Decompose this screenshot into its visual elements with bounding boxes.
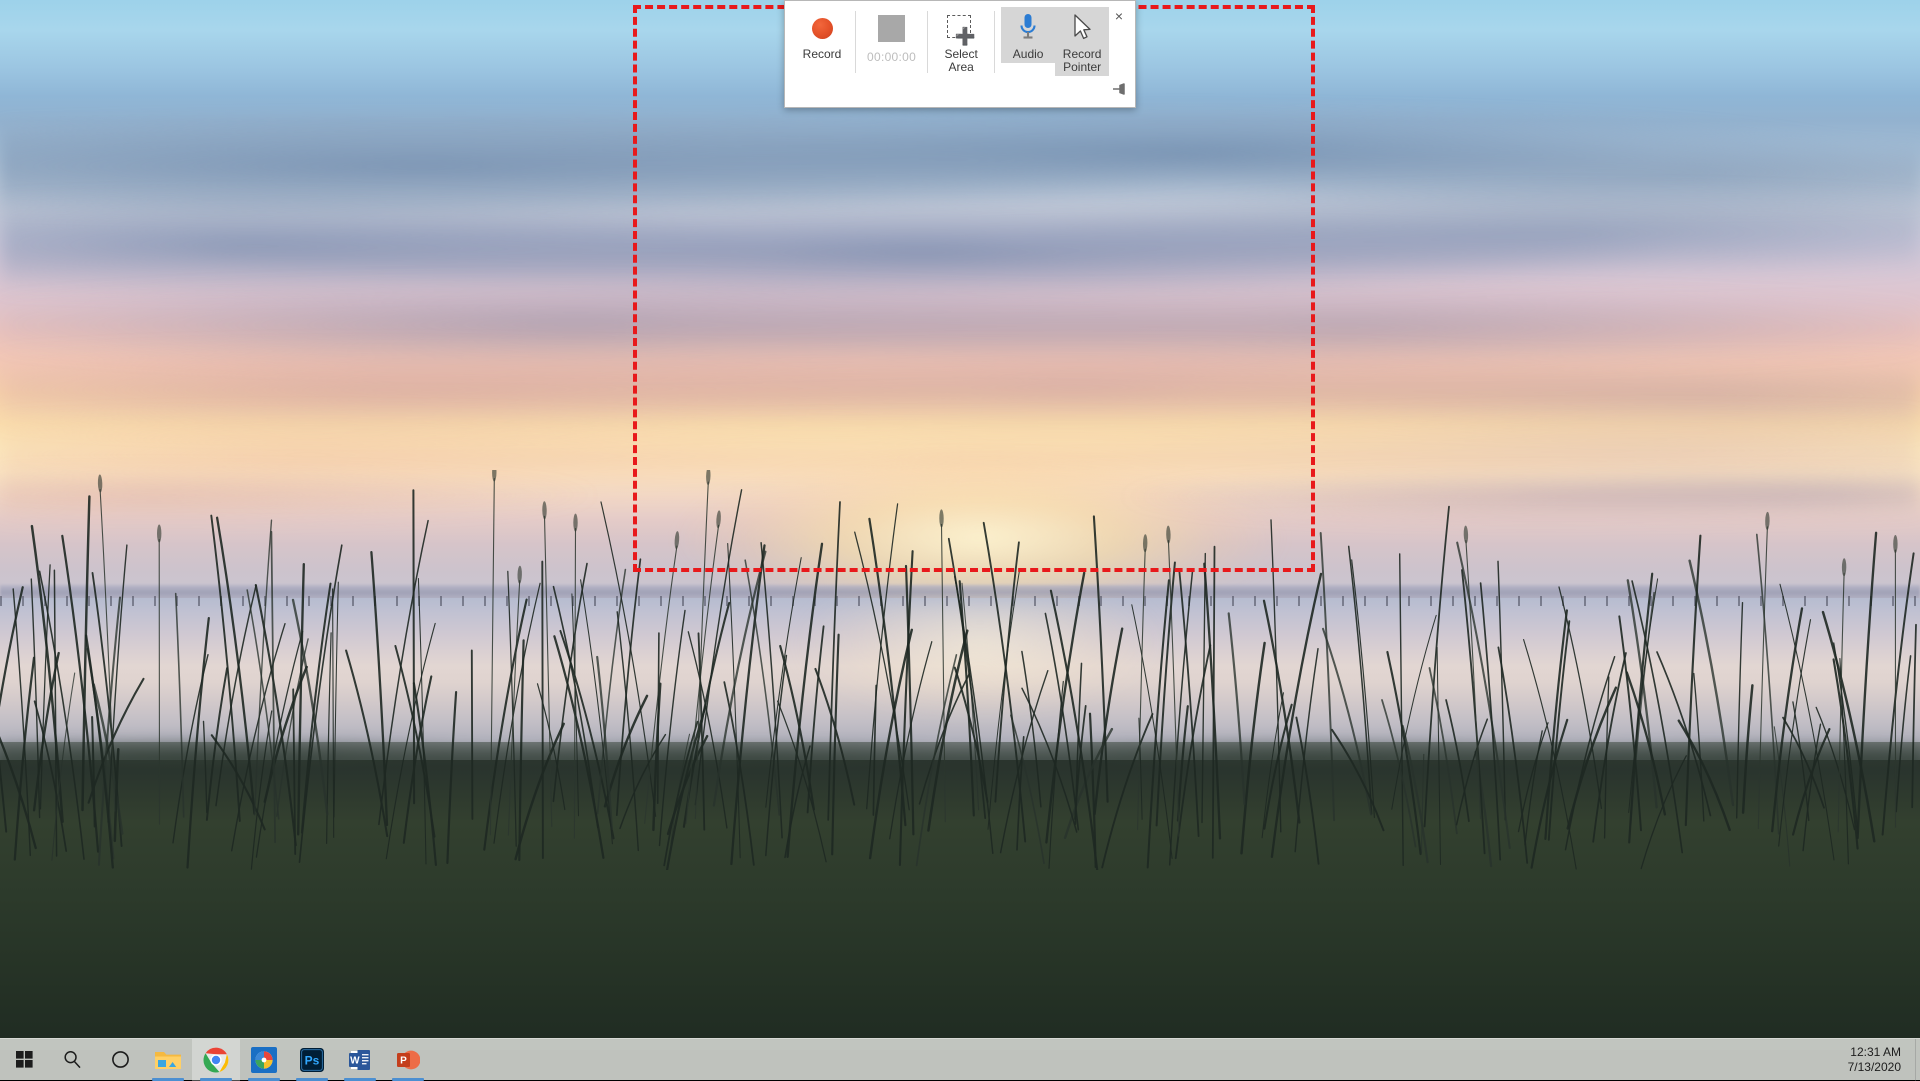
toolbar-divider [994,11,995,73]
task-view-button[interactable] [96,1039,144,1081]
pin-button-container[interactable] [1111,82,1127,101]
toolbar-divider [855,11,856,73]
recording-timer: 00:00:00 [867,50,916,64]
pin-icon[interactable] [1111,82,1127,96]
chrome-icon [203,1047,229,1073]
taskbar-item-google-chrome[interactable] [192,1039,240,1081]
word-icon: W [348,1048,372,1072]
cortana-circle-icon [111,1050,130,1069]
record-pointer-label: Record Pointer [1063,48,1102,74]
start-button[interactable] [0,1039,48,1081]
screen-recorder-toolbar[interactable]: Record 00:00:00 ➕ Select Area [784,0,1136,108]
clock-time: 12:31 AM [1848,1045,1901,1060]
audio-toggle-button[interactable]: Audio [1001,7,1055,63]
taskbar-item-word[interactable]: W [336,1039,384,1081]
svg-text:Ps: Ps [305,1053,320,1067]
windows-logo-icon [16,1051,33,1068]
taskbar-clock[interactable]: 12:31 AM 7/13/2020 [1848,1045,1915,1075]
search-icon [63,1050,82,1069]
clock-date: 7/13/2020 [1848,1060,1901,1075]
close-button-container[interactable]: × [1110,7,1128,25]
taskbar-item-capture-app[interactable] [240,1039,288,1081]
select-area-icon: ➕ [947,11,976,45]
close-icon[interactable]: × [1110,7,1128,25]
show-desktop-button[interactable] [1915,1039,1920,1081]
folder-icon [154,1048,182,1072]
mouse-pointer-icon [1071,11,1093,45]
record-pointer-button[interactable]: Record Pointer [1055,7,1109,76]
search-button[interactable] [48,1039,96,1081]
record-button[interactable]: Record [795,7,849,63]
stop-square-icon [878,11,905,45]
record-dot-icon [812,11,833,45]
audio-label: Audio [1013,48,1044,61]
microphone-icon [1018,11,1038,45]
toolbar-divider [927,11,928,73]
taskbar-item-powerpoint[interactable]: P [384,1039,432,1081]
select-area-button[interactable]: ➕ Select Area [934,7,988,76]
photoshop-icon: Ps [300,1048,324,1072]
windows-taskbar[interactable]: Ps W P 12:31 AM 7/13/2020 [0,1038,1920,1080]
taskbar-item-photoshop[interactable]: Ps [288,1039,336,1081]
svg-text:P: P [400,1055,407,1066]
svg-text:W: W [350,1055,360,1066]
select-area-label: Select Area [944,48,977,74]
record-button-label: Record [803,48,842,61]
blue-app-icon [251,1047,277,1073]
taskbar-item-file-explorer[interactable] [144,1039,192,1081]
stop-button[interactable]: 00:00:00 [862,7,921,66]
powerpoint-icon: P [396,1048,420,1072]
